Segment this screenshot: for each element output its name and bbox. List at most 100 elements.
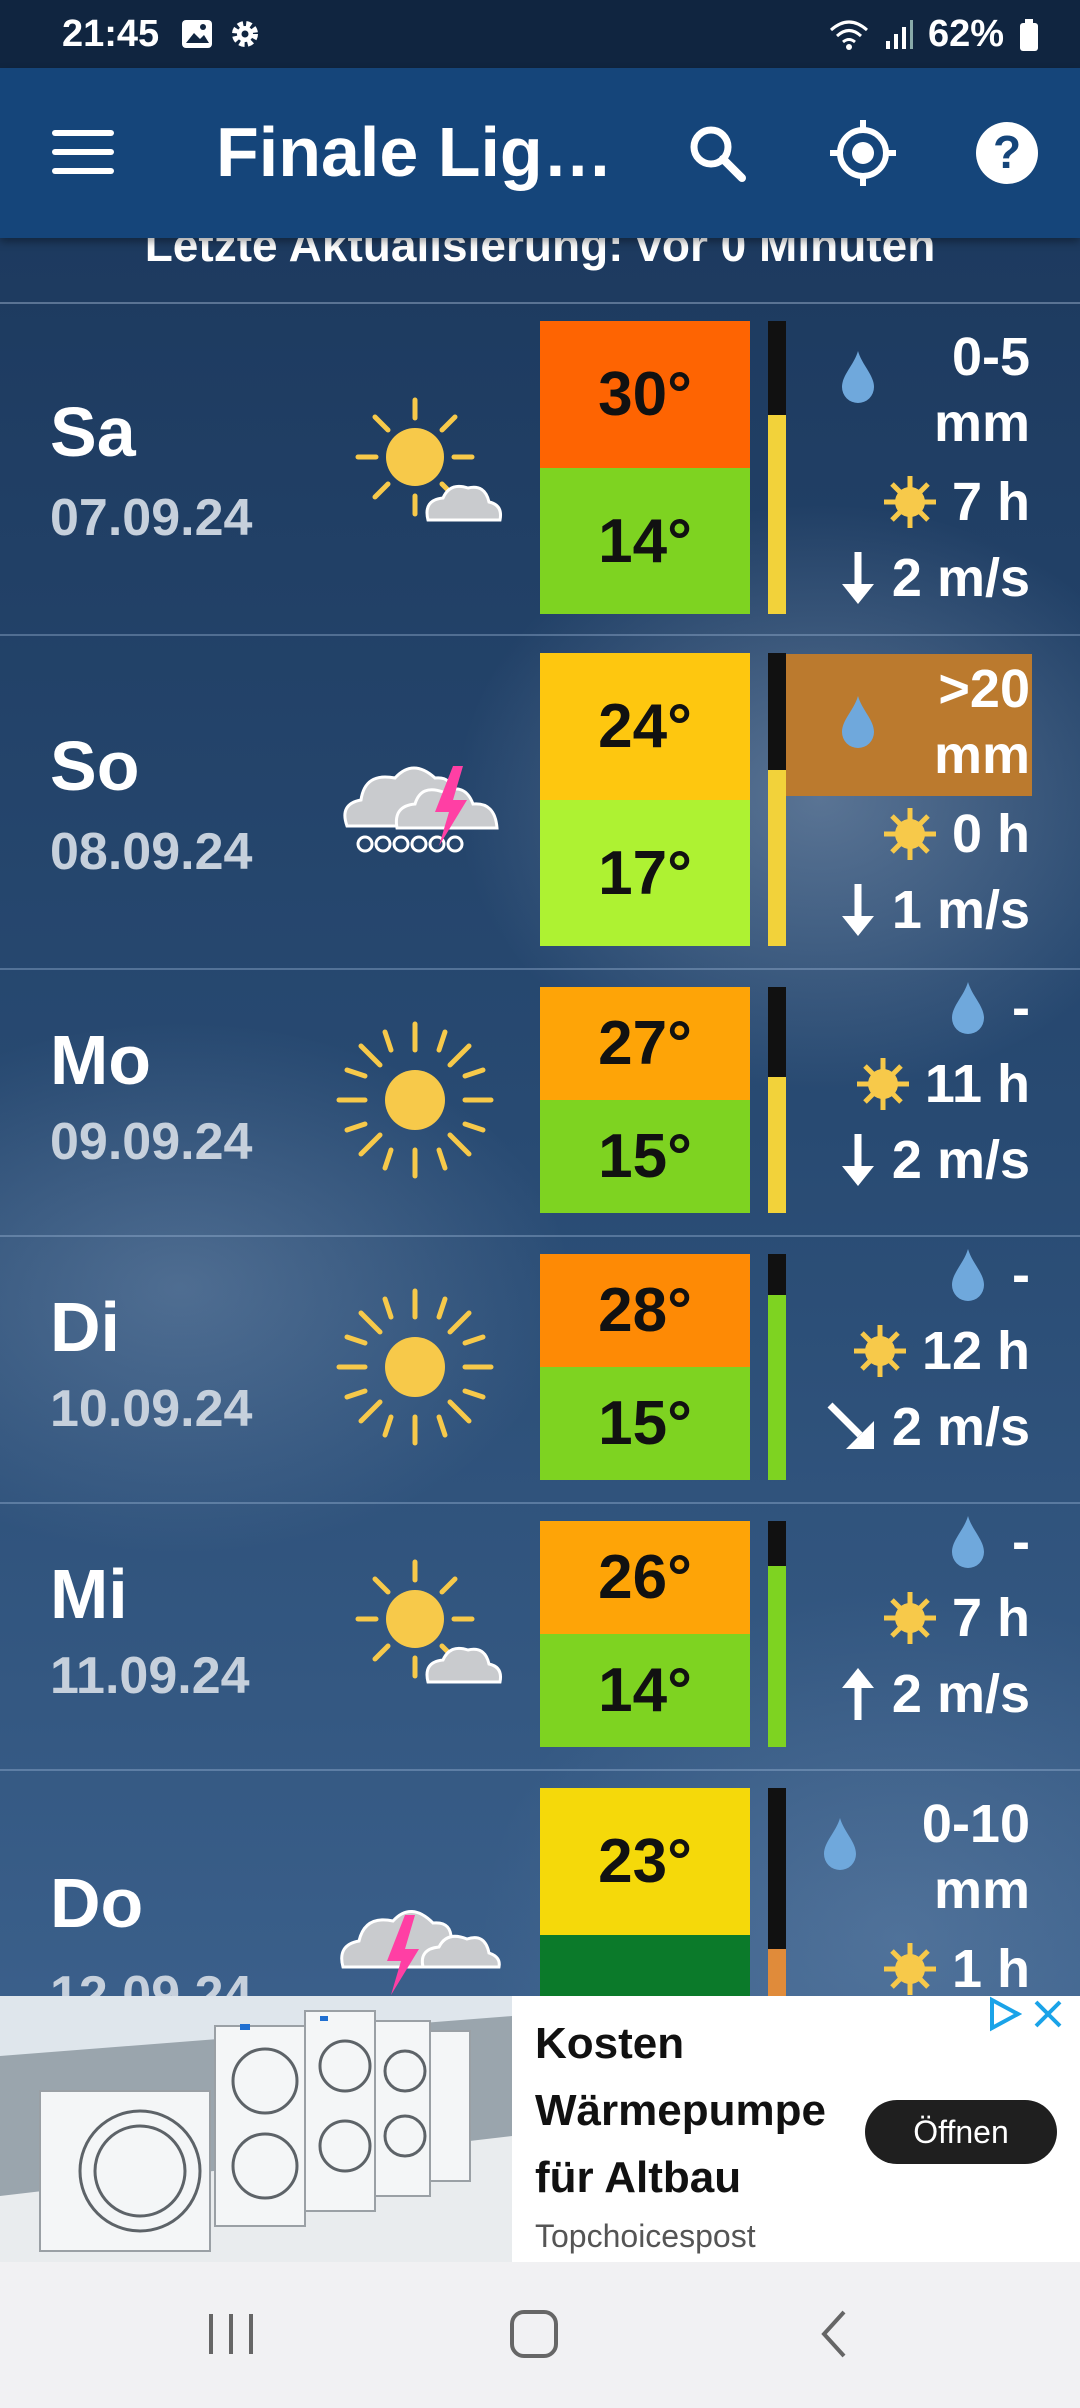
- wind-speed: 2 m/s: [891, 1130, 1030, 1190]
- ad-headline[interactable]: Kosten Wärmepumpe für Altbau: [535, 2010, 855, 2211]
- sun-icon: [336, 1021, 494, 1179]
- sun-icon: [336, 1288, 494, 1446]
- low-temp: 14°: [540, 468, 750, 614]
- rain-amount: -: [1012, 1245, 1030, 1305]
- day-name: Do: [50, 1864, 144, 1942]
- sun-cloud-icon: [355, 397, 502, 522]
- svg-text:?: ?: [993, 126, 1021, 178]
- back-icon[interactable]: [812, 2302, 858, 2366]
- sun-hours-icon: [883, 1592, 936, 1644]
- location-title[interactable]: Finale Lig…: [216, 112, 613, 192]
- wind-speed: 2 m/s: [891, 1397, 1030, 1457]
- temperature-box: 27° 15°: [540, 987, 750, 1213]
- search-icon[interactable]: [682, 118, 752, 188]
- temperature-box: 23°: [540, 1788, 750, 1996]
- sun-hours: 7 h: [951, 1588, 1030, 1648]
- home-icon[interactable]: [506, 2302, 562, 2366]
- rain-probability-bar: [768, 1788, 786, 1996]
- high-temp: 26°: [540, 1521, 750, 1634]
- sun-hours: 12 h: [921, 1321, 1030, 1381]
- ad-source[interactable]: Topchoicespost: [535, 2218, 756, 2255]
- day-date: 07.09.24: [50, 489, 253, 547]
- rain-amount: -: [1012, 978, 1030, 1038]
- last-update-text: Letzte Aktualisierung: vor 0 Minuten: [144, 238, 936, 271]
- sun-hours-icon: [883, 1943, 936, 1995]
- details: >20 mm 0 h 1 m/s: [838, 656, 1030, 948]
- south-east-arrow-icon: [827, 1402, 874, 1449]
- forecast-row[interactable]: Mo 09.09.24 27° 15° - 11 h 2 m/s: [0, 970, 1080, 1237]
- sun-hours: 1 h: [951, 1939, 1030, 1996]
- raindrop-icon: [952, 1249, 985, 1301]
- north-arrow-icon: [841, 1668, 874, 1720]
- day-date: 11.09.24: [50, 1647, 250, 1705]
- sun-hours-icon: [856, 1058, 909, 1110]
- sun-hours: 11 h: [924, 1054, 1030, 1114]
- day-date: 12.09.24: [50, 1966, 253, 1996]
- sun-hours-icon: [883, 476, 936, 528]
- forecast-row[interactable]: Di 10.09.24 28° 15° - 12 h 2 m/s: [0, 1237, 1080, 1504]
- rain-probability-bar: [768, 1521, 786, 1747]
- day-name: Sa: [50, 393, 136, 471]
- adchoices-icon[interactable]: [986, 1996, 1022, 2032]
- thunderstorm-cloud-icon: [340, 1910, 501, 1995]
- locate-icon[interactable]: [828, 118, 898, 188]
- battery-percent: 62%: [927, 13, 1004, 55]
- forecast-row[interactable]: Mi 11.09.24 26° 14° - 7 h 2 m/s: [0, 1504, 1080, 1771]
- high-temp: 23°: [540, 1788, 750, 1935]
- signal-icon: [885, 19, 913, 49]
- details: - 7 h 2 m/s: [838, 1504, 1030, 1732]
- high-temp: 28°: [540, 1254, 750, 1367]
- day-date: 10.09.24: [50, 1380, 253, 1438]
- ad-image[interactable]: [0, 1996, 512, 2262]
- day-name: Mo: [50, 1021, 152, 1099]
- forecast-row[interactable]: Do 12.09.24 23° 0-10 mm 1 h: [0, 1771, 1080, 1996]
- rain-probability-bar: [768, 987, 786, 1213]
- wind-speed: 2 m/s: [891, 1664, 1030, 1724]
- sun-hours: 0 h: [951, 804, 1030, 864]
- wind-speed: 2 m/s: [891, 548, 1030, 608]
- south-arrow-icon: [841, 552, 874, 604]
- rain-probability-bar: [768, 653, 786, 946]
- rain-amount: >20 mm: [933, 659, 1030, 785]
- ad-banner[interactable]: Kosten Wärmepumpe für Altbau Topchoicesp…: [0, 1996, 1080, 2262]
- help-icon[interactable]: ?: [972, 118, 1042, 188]
- details: 0-5 mm 7 h 2 m/s: [838, 324, 1030, 616]
- temperature-box: 28° 15°: [540, 1254, 750, 1480]
- status-bar: 21:45 62%: [0, 0, 1080, 68]
- sun-hours-icon: [883, 808, 936, 860]
- ad-open-button[interactable]: Öffnen: [865, 2100, 1057, 2164]
- rain-amount: 0-10 mm: [921, 1794, 1030, 1920]
- sun-hours: 7 h: [951, 472, 1030, 532]
- forecast-list[interactable]: Letzte Aktualisierung: vor 0 Minuten Sa …: [0, 238, 1080, 1996]
- high-temp: 30°: [540, 321, 750, 468]
- raindrop-icon: [841, 351, 874, 403]
- details: - 11 h 2 m/s: [838, 970, 1030, 1198]
- south-arrow-icon: [841, 1134, 874, 1186]
- rain-amount: -: [1012, 1512, 1030, 1572]
- wind-speed: 1 m/s: [891, 880, 1030, 940]
- low-temp: [540, 1935, 750, 1996]
- raindrop-icon: [952, 982, 985, 1034]
- settings-gear-icon: [232, 21, 258, 47]
- forecast-row[interactable]: Sa 07.09.24 30° 14° 0-5 mm 7 h 2 m/s: [0, 304, 1080, 636]
- day-name: Mi: [50, 1555, 128, 1633]
- battery-icon: [1020, 18, 1038, 51]
- day-date: 09.09.24: [50, 1113, 253, 1171]
- app-bar: Finale Lig… ?: [0, 68, 1080, 238]
- details: 0-10 mm 1 h: [820, 1791, 1030, 1996]
- day-name: So: [50, 727, 140, 805]
- raindrop-icon: [952, 1516, 985, 1568]
- details: - 12 h 2 m/s: [826, 1237, 1030, 1465]
- low-temp: 17°: [540, 800, 750, 946]
- recent-apps-icon[interactable]: [205, 2302, 257, 2366]
- high-temp: 27°: [540, 987, 750, 1100]
- system-navigation-bar: [0, 2262, 1080, 2408]
- sun-cloud-icon: [355, 1559, 502, 1684]
- close-ad-icon[interactable]: [1030, 1996, 1066, 2032]
- menu-icon[interactable]: [52, 130, 114, 174]
- forecast-row[interactable]: So 08.09.24 24° 17° >20 mm 0 h 1 m/s: [0, 636, 1080, 970]
- rain-probability-bar: [768, 321, 786, 614]
- low-temp: 14°: [540, 1634, 750, 1747]
- raindrop-icon: [824, 1818, 856, 1870]
- status-time: 21:45: [62, 13, 160, 55]
